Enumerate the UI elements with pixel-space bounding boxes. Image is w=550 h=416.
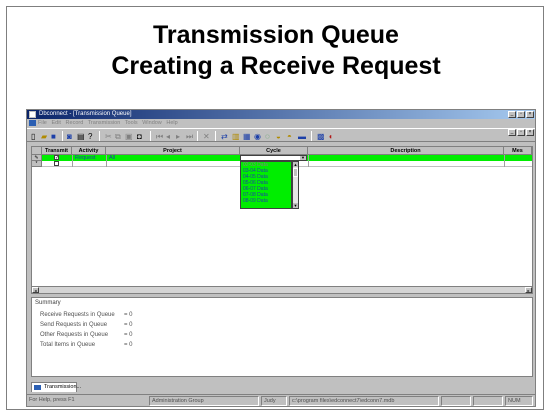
column-header-activity[interactable]: Activity [72,147,106,155]
menu-edit[interactable]: Edit [51,120,60,126]
copy-icon[interactable]: ⧉ [115,132,121,141]
slide-title-line-2: Creating a Receive Request [111,52,441,80]
minimize-button[interactable]: _ [508,111,516,118]
menu-file[interactable]: File [38,120,47,126]
paste-icon[interactable]: ▣ [125,132,133,141]
transmit-checkbox[interactable] [54,161,59,166]
maximize-button[interactable]: ▫ [517,111,525,118]
queue-grid: Transmit Activity Project Cycle Descript… [31,146,533,294]
cycle-option[interactable]: 08-09 Data [241,198,291,204]
summary-send-value: = 0 [124,322,133,328]
new-icon[interactable]: ▯ [31,132,35,141]
queue-icon[interactable]: ▥ [232,132,240,141]
status-cell-1 [441,396,471,406]
scroll-up-icon[interactable]: ▲ [293,162,298,167]
chevron-down-icon[interactable]: ▼ [300,156,306,160]
row-header-corner [32,147,42,155]
document-icon [29,120,36,126]
menu-tools[interactable]: Tools [125,120,138,126]
horizontal-scrollbar[interactable]: ◂ ▸ [32,286,532,293]
archive-icon[interactable]: ◓ [287,132,292,141]
save-icon[interactable]: ■ [51,132,56,141]
window-title: Dbconnect - [Transmission Queue] [39,111,132,117]
transmission-icon [34,385,41,390]
menu-transmission[interactable]: Transmission [88,120,121,126]
menu-bar: File Edit Record Transmission Tools Wind… [27,119,535,136]
transmit-checkbox[interactable]: ✓ [54,155,59,161]
cycle-dropdown-list[interactable]: 02-03 Data 03-04 Data 04-05 Data 05-06 D… [240,161,299,209]
toolbar: ▯ ▰ ■ ◙ ▤ ? ✂ ⧉ ▣ ◘ ⏮ ◂ ▸ ⏭ ✕ ⇄ ▥ ▦ ◉ ◌ … [27,128,535,142]
folder-icon[interactable]: ◒ [276,132,281,141]
modem-icon[interactable]: ◉ [254,132,261,141]
close-button[interactable]: × [526,111,534,118]
previous-record-icon[interactable]: ◂ [166,132,170,141]
window-titlebar: Dbconnect - [Transmission Queue] _ ▫ × [27,110,535,119]
summary-receive-label: Receive Requests in Queue [40,312,115,318]
last-record-icon[interactable]: ⏭ [186,132,193,141]
connect-icon[interactable]: ▦ [243,132,251,141]
summary-other-value: = 0 [124,332,133,338]
tab-transmission[interactable]: Transmission... [31,382,81,392]
app-icon [29,111,36,118]
summary-send-label: Send Requests in Queue [40,322,108,328]
status-user: Judy [261,396,287,406]
next-record-icon[interactable]: ▸ [176,132,180,141]
find-icon[interactable]: ◘ [137,132,142,141]
summary-total-label: Total Items in Queue [40,342,96,348]
help-icon[interactable]: ? [88,132,92,141]
exit-icon[interactable]: ◖ [328,132,333,141]
open-folder-icon[interactable]: ▰ [41,132,47,141]
row-new-marker[interactable]: * [32,161,42,167]
column-header-cycle[interactable]: Cycle [240,147,308,155]
scroll-right-icon[interactable]: ▸ [525,287,532,293]
report-icon[interactable]: ▩ [317,132,325,141]
summary-total-value: = 0 [124,342,133,348]
transmit-icon[interactable]: ⇄ [221,132,228,141]
app-window: Dbconnect - [Transmission Queue] _ ▫ × F… [26,109,536,407]
status-cell-2 [473,396,503,406]
status-help: For Help, press F1 [29,397,75,403]
slide-title-line-1: Transmission Queue [153,21,399,49]
menu-record[interactable]: Record [66,120,84,126]
summary-receive-value: = 0 [124,312,133,318]
print-icon[interactable]: ▤ [77,132,85,141]
slide-title: Transmission Queue Creating a Receive Re… [7,20,545,82]
scroll-down-icon[interactable]: ▼ [293,203,298,208]
column-header-transmit[interactable]: Transmit [42,147,72,155]
summary-title: Summary [35,300,61,306]
column-header-description[interactable]: Description [308,147,504,155]
status-group: Administration Group [149,396,259,406]
window-controls: _ ▫ × [508,110,534,119]
scroll-thumb[interactable] [293,168,298,177]
menu-window[interactable]: Window [142,120,162,126]
column-header-project[interactable]: Project [106,147,240,155]
summary-other-label: Other Requests in Queue [40,332,109,338]
scroll-left-icon[interactable]: ◂ [32,287,39,293]
print-preview-icon[interactable]: ◙ [67,132,72,141]
menu-help[interactable]: Help [166,120,177,126]
first-record-icon[interactable]: ⏮ [156,132,163,141]
delete-icon[interactable]: ✕ [203,132,210,141]
dropdown-scrollbar[interactable]: ▲ ▼ [292,161,299,209]
network-icon[interactable]: ▬ [298,132,306,141]
refresh-icon[interactable]: ◌ [265,132,270,141]
summary-panel: Summary Receive Requests in Queue = 0 Se… [31,297,533,377]
column-header-message[interactable]: Mes [504,147,532,155]
tab-label: Transmission... [44,384,82,390]
status-num: NUM [505,396,533,406]
cut-icon[interactable]: ✂ [105,132,112,141]
status-bar: For Help, press F1 Administration Group … [27,394,535,406]
slide: Transmission Queue Creating a Receive Re… [6,6,544,410]
status-path: c:\program files\edconnect7\edconn7.mdb [289,396,439,406]
